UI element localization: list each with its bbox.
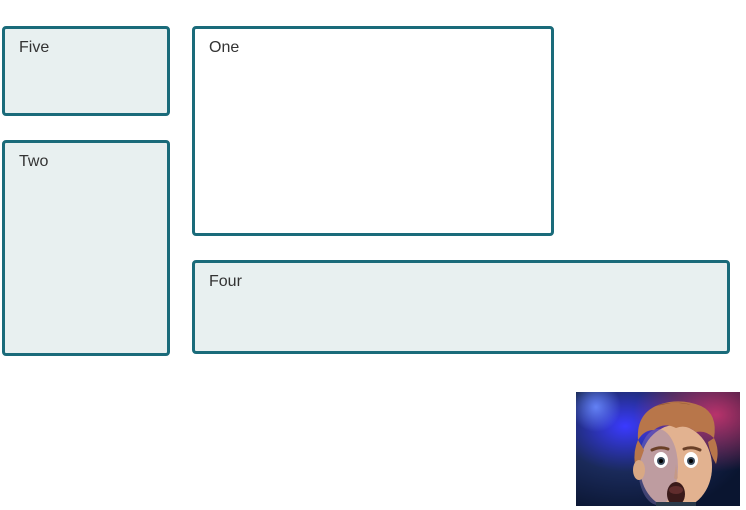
box-two-label: Two [19,153,48,170]
box-five-label: Five [19,39,49,56]
box-one-label: One [209,39,239,56]
box-four: Four [192,260,730,354]
box-one: One [192,26,554,236]
box-two: Two [2,140,170,356]
thumbnail-image [576,392,740,506]
box-five: Five [2,26,170,116]
box-four-label: Four [209,273,242,290]
